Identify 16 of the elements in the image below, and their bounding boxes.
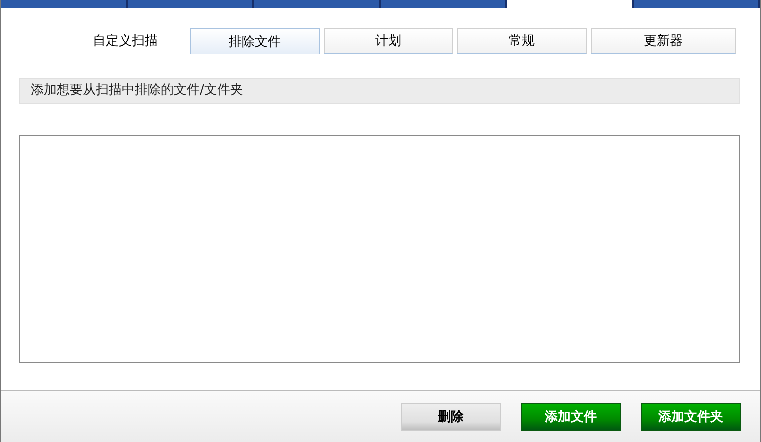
tab[interactable]: 计划 (324, 28, 454, 54)
top-tab[interactable] (254, 0, 380, 8)
top-tab[interactable] (507, 0, 634, 8)
tab[interactable]: 常规 (457, 28, 587, 54)
action-button[interactable]: 删除 (401, 402, 501, 430)
tab[interactable]: 更新器 (590, 28, 736, 54)
top-tab[interactable] (380, 0, 507, 8)
file-list[interactable] (19, 135, 740, 363)
tab[interactable]: 排除文件 (190, 28, 320, 54)
action-button[interactable]: 添加文件夹 (641, 402, 741, 430)
tab[interactable]: 自定义扫描 (65, 28, 186, 54)
top-tab[interactable] (634, 0, 760, 8)
info-bar: 添加想要从扫描中排除的文件/文件夹 (19, 78, 740, 104)
top-tab[interactable] (1, 0, 128, 8)
top-tab[interactable] (128, 0, 254, 8)
action-button[interactable]: 添加文件 (521, 402, 621, 430)
